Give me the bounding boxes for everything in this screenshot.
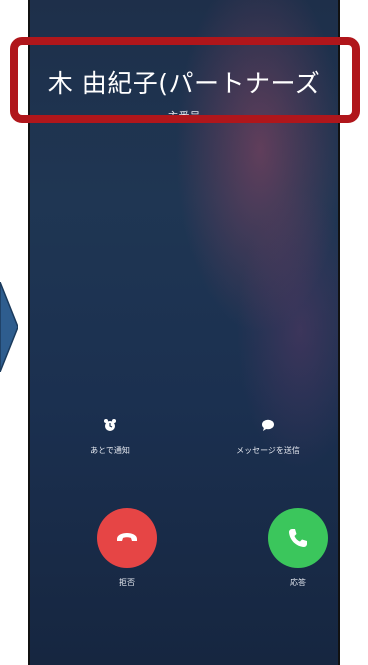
remind-later-label: あとで通知 <box>90 446 130 455</box>
remind-later-action[interactable]: あとで通知 <box>50 418 170 457</box>
decline-label: 拒否 <box>119 578 135 587</box>
page: 木 由紀子(パートナーズ 主番号 あとで通知 メッセージを送信 拒否 応答 <box>0 0 368 665</box>
right-arrow-icon <box>0 282 18 372</box>
send-message-label: メッセージを送信 <box>236 446 300 455</box>
alarm-clock-icon <box>104 419 116 431</box>
send-message-action[interactable]: メッセージを送信 <box>208 418 328 457</box>
accept-button[interactable] <box>268 508 328 568</box>
caller-name-highlight-frame <box>10 37 360 123</box>
accept-label: 応答 <box>290 578 306 587</box>
phone-hangup-icon <box>117 533 137 541</box>
speech-bubble-icon <box>262 419 274 431</box>
phone-icon <box>289 529 307 547</box>
decline-button[interactable] <box>97 508 157 568</box>
